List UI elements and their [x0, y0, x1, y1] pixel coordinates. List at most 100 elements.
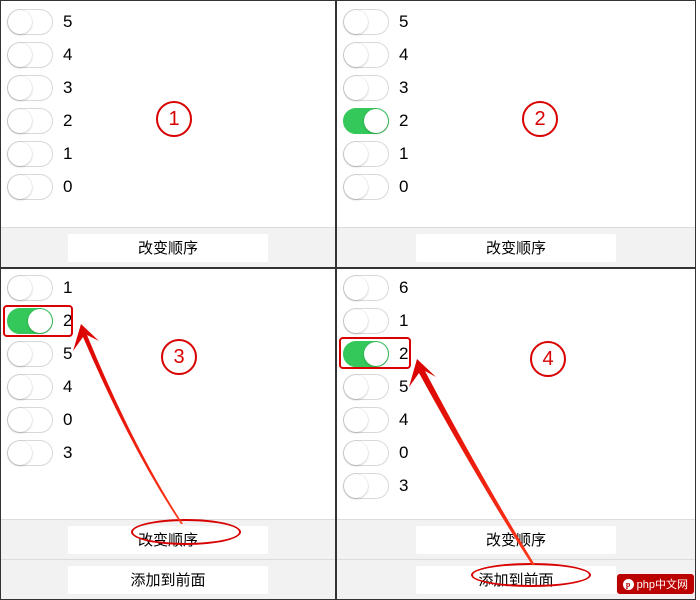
- toggle-switch[interactable]: [343, 407, 389, 433]
- button-row: 改变顺序: [1, 519, 335, 559]
- toggle-switch[interactable]: [7, 174, 53, 200]
- item-label: 3: [63, 443, 72, 463]
- toggle-switch[interactable]: [343, 473, 389, 499]
- list-item: 5: [343, 5, 689, 38]
- item-label: 6: [399, 278, 408, 298]
- toggle-switch[interactable]: [343, 108, 389, 134]
- item-label: 3: [399, 476, 408, 496]
- add-to-front-button[interactable]: 添加到前面: [68, 566, 268, 594]
- list-item: 2: [343, 337, 689, 370]
- add-to-front-button[interactable]: 添加到前面: [416, 566, 616, 594]
- item-label: 0: [399, 443, 408, 463]
- item-label: 4: [63, 45, 72, 65]
- list-item: 4: [343, 38, 689, 71]
- list-item: 0: [7, 170, 329, 203]
- toggle-switch[interactable]: [343, 440, 389, 466]
- button-label: 改变顺序: [486, 237, 546, 258]
- toggle-switch[interactable]: [7, 75, 53, 101]
- button-row: 改变顺序: [337, 519, 695, 559]
- button-label: 改变顺序: [138, 237, 198, 258]
- list-item: 0: [343, 436, 689, 469]
- item-label: 2: [399, 111, 408, 131]
- list-item: 3: [7, 436, 329, 469]
- badge-number: 3: [173, 346, 184, 369]
- toggle-switch[interactable]: [7, 141, 53, 167]
- panel-4: 6 1 2 5 4 0 3: [336, 268, 696, 600]
- list-item: 6: [343, 271, 689, 304]
- toggle-switch[interactable]: [343, 308, 389, 334]
- item-label: 2: [63, 311, 72, 331]
- item-label: 5: [399, 377, 408, 397]
- item-label: 1: [63, 278, 72, 298]
- annotation-badge-4: 4: [530, 341, 566, 377]
- toggle-switch[interactable]: [7, 275, 53, 301]
- toggle-switch[interactable]: [343, 141, 389, 167]
- badge-number: 2: [534, 108, 545, 131]
- toggle-switch[interactable]: [343, 42, 389, 68]
- item-label: 5: [63, 12, 72, 32]
- item-label: 2: [399, 344, 408, 364]
- item-label: 0: [399, 177, 408, 197]
- toggle-switch[interactable]: [7, 108, 53, 134]
- panel-3: 1 2 5 4 0 3: [0, 268, 336, 600]
- item-label: 5: [63, 344, 72, 364]
- item-label: 4: [399, 410, 408, 430]
- button-label: 添加到前面: [478, 569, 553, 590]
- toggle-switch[interactable]: [7, 374, 53, 400]
- item-label: 1: [399, 311, 408, 331]
- annotation-badge-3: 3: [161, 339, 197, 375]
- toggle-switch[interactable]: [7, 440, 53, 466]
- item-label: 5: [399, 12, 408, 32]
- change-order-button[interactable]: 改变顺序: [68, 526, 268, 554]
- change-order-button[interactable]: 改变顺序: [416, 526, 616, 554]
- list-item: 3: [7, 71, 329, 104]
- list-area: 1 2 5 4 0 3: [1, 269, 335, 519]
- toggle-switch[interactable]: [343, 75, 389, 101]
- item-label: 4: [63, 377, 72, 397]
- badge-number: 1: [168, 108, 179, 131]
- change-order-button[interactable]: 改变顺序: [68, 234, 268, 262]
- button-label: 改变顺序: [138, 529, 198, 550]
- toggle-switch[interactable]: [7, 341, 53, 367]
- panel-2: 5 4 3 2 1 0: [336, 0, 696, 268]
- item-label: 3: [63, 78, 72, 98]
- list-item: 5: [343, 370, 689, 403]
- list-item: 1: [7, 271, 329, 304]
- item-label: 1: [399, 144, 408, 164]
- button-label: 改变顺序: [486, 529, 546, 550]
- list-item: 5: [7, 5, 329, 38]
- toggle-switch[interactable]: [343, 341, 389, 367]
- button-row: 改变顺序: [337, 227, 695, 267]
- toggle-switch[interactable]: [7, 9, 53, 35]
- list-item: 2: [343, 104, 689, 137]
- toggle-switch[interactable]: [7, 42, 53, 68]
- item-label: 0: [63, 410, 72, 430]
- button-label: 添加到前面: [130, 569, 205, 590]
- toggle-switch[interactable]: [7, 308, 53, 334]
- list-item: 1: [7, 137, 329, 170]
- list-item: 2: [7, 304, 329, 337]
- toggle-switch[interactable]: [7, 407, 53, 433]
- panel-1: 5 4 3 2 1 0: [0, 0, 336, 268]
- watermark: p php中文网: [617, 574, 694, 594]
- badge-number: 4: [542, 348, 553, 371]
- change-order-button[interactable]: 改变顺序: [416, 234, 616, 262]
- watermark-text: php中文网: [637, 576, 688, 592]
- item-label: 4: [399, 45, 408, 65]
- toggle-switch[interactable]: [343, 374, 389, 400]
- item-label: 0: [63, 177, 72, 197]
- list-item: 3: [343, 469, 689, 502]
- list-area: 6 1 2 5 4 0 3: [337, 269, 695, 519]
- button-row: 添加到前面: [1, 559, 335, 599]
- annotation-badge-2: 2: [522, 101, 558, 137]
- list-item: 0: [7, 403, 329, 436]
- list-item: 0: [343, 170, 689, 203]
- toggle-switch[interactable]: [343, 174, 389, 200]
- toggle-switch[interactable]: [343, 275, 389, 301]
- list-item: 1: [343, 304, 689, 337]
- list-area: 5 4 3 2 1 0: [337, 1, 695, 227]
- toggle-switch[interactable]: [343, 9, 389, 35]
- php-icon: p: [623, 579, 634, 590]
- button-row: 改变顺序: [1, 227, 335, 267]
- annotation-badge-1: 1: [156, 101, 192, 137]
